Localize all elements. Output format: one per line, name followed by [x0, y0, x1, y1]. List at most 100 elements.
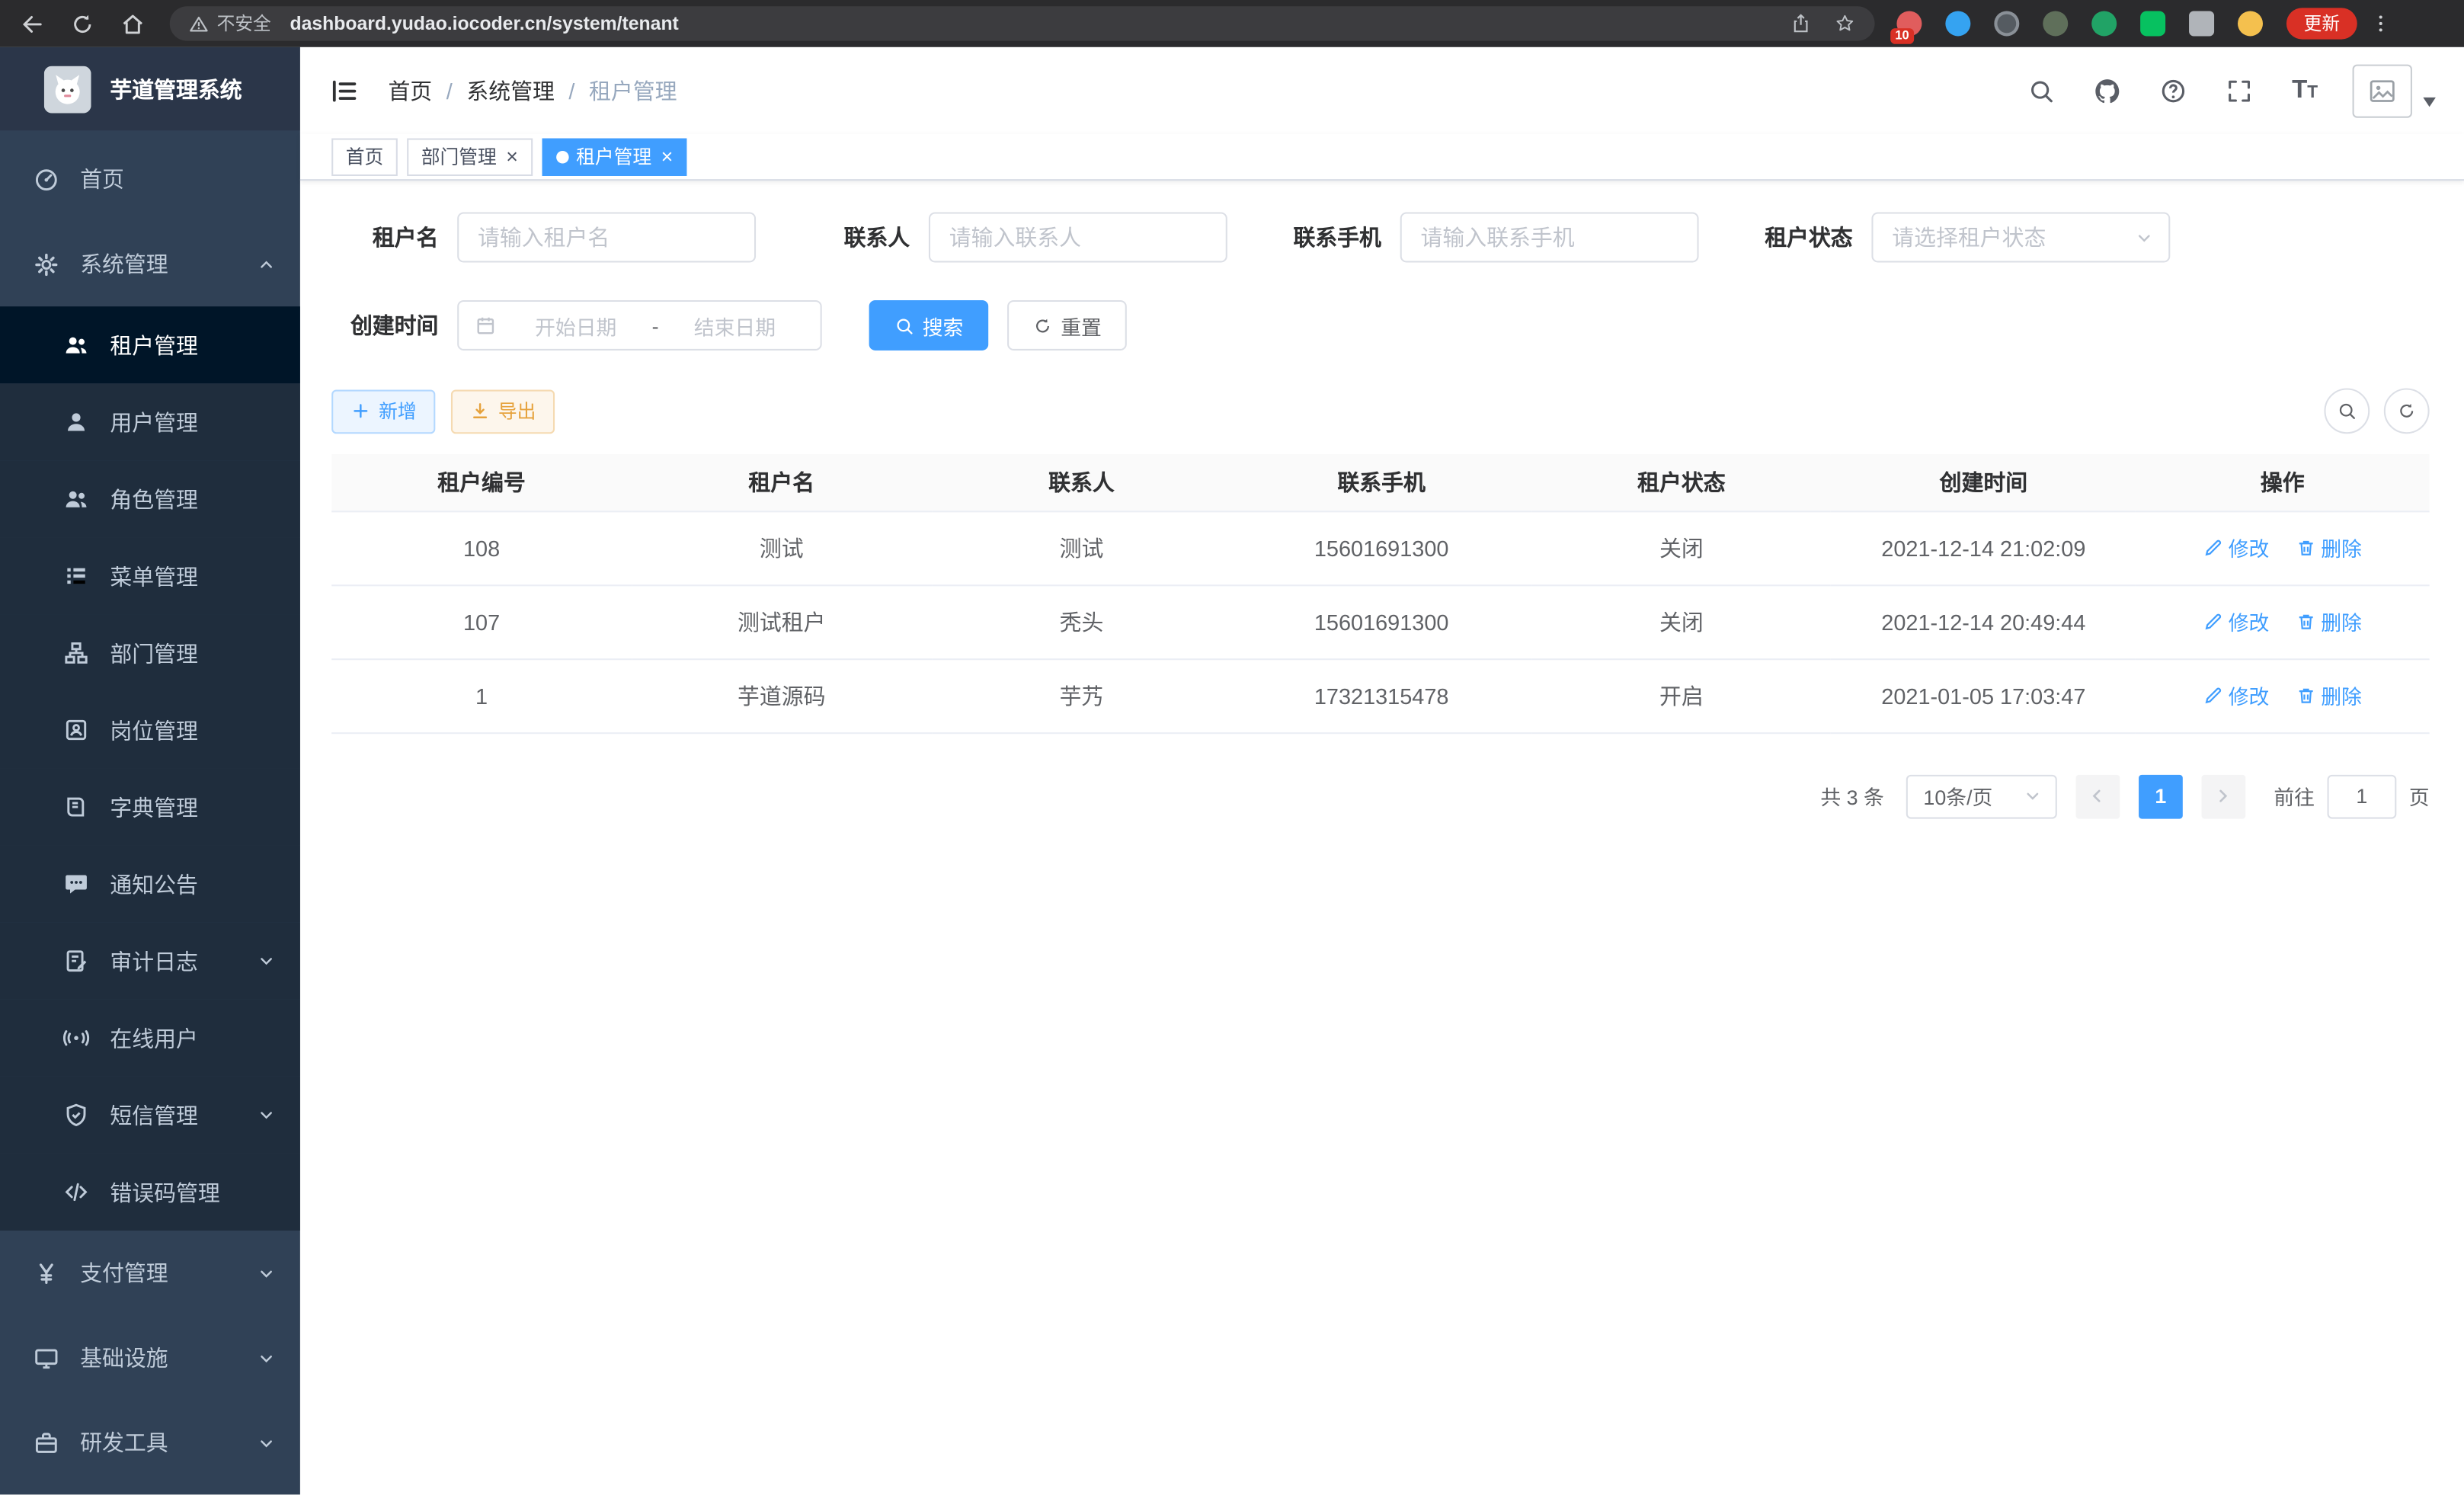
tags-view: 首页 部门管理 × 租户管理 × — [300, 133, 2464, 181]
reset-button-label: 重置 — [1061, 310, 1102, 340]
sidebar-item-payment[interactable]: 支付管理 — [0, 1231, 300, 1315]
breadcrumb-home[interactable]: 首页 — [388, 75, 432, 106]
menu-label: 支付管理 — [80, 1257, 168, 1289]
bookmark-star-icon[interactable] — [1834, 13, 1856, 35]
extensions-puzzle-icon[interactable] — [2189, 11, 2214, 36]
sidebar-logo[interactable]: 芋道管理系统 — [0, 47, 300, 130]
extension-icon-5[interactable] — [2091, 11, 2117, 36]
page-size-select[interactable]: 10条/页 — [1906, 774, 2057, 818]
avatar-caret-down-icon[interactable] — [2423, 97, 2436, 106]
app-shell: 芋道管理系统 首页 系统管理 租户管理 用户管理 — [0, 47, 2464, 1495]
breadcrumb-current: 租户管理 — [589, 75, 677, 106]
cell-tenant-name: 测试 — [632, 511, 932, 584]
extension-icon-6[interactable] — [2140, 11, 2165, 36]
sidebar-item-system[interactable]: 系统管理 — [0, 222, 300, 306]
extension-icon-1[interactable]: 10 — [1896, 11, 1922, 36]
trash-icon — [2296, 685, 2316, 706]
menu-label: 租户管理 — [110, 329, 198, 360]
share-icon[interactable] — [1790, 13, 1812, 35]
header-search-icon[interactable] — [2028, 76, 2056, 104]
goto-page-input[interactable] — [2328, 774, 2397, 818]
mobile-input[interactable] — [1400, 212, 1699, 262]
menu-label: 菜单管理 — [110, 560, 198, 591]
show-search-toggle-button[interactable] — [2324, 388, 2370, 434]
menu-label: 岗位管理 — [110, 714, 198, 745]
chrome-update-button[interactable]: 更新 — [2286, 8, 2357, 39]
address-bar[interactable]: 不安全 dashboard.yudao.iocoder.cn/system/te… — [170, 6, 1875, 40]
logo-avatar — [44, 66, 91, 113]
menu-label: 研发工具 — [80, 1427, 168, 1458]
infra-monitor-icon — [33, 1344, 59, 1371]
delete-link[interactable]: 删除 — [2296, 607, 2362, 636]
sidebar-item-online-user[interactable]: 在线用户 — [0, 1000, 300, 1077]
sidebar-item-user[interactable]: 用户管理 — [0, 383, 300, 460]
notice-bubble-icon — [63, 871, 90, 898]
menu-label: 审计日志 — [110, 946, 198, 977]
browser-menu-kebab-icon[interactable] — [2370, 11, 2392, 36]
tenant-table: 租户编号 租户名 联系人 联系手机 租户状态 创建时间 操作 108 测试 — [331, 454, 2429, 733]
date-range-picker[interactable]: 开始日期 - 结束日期 — [457, 300, 822, 351]
edit-link[interactable]: 修改 — [2203, 607, 2270, 636]
download-icon — [470, 401, 491, 421]
delete-link[interactable]: 删除 — [2296, 533, 2362, 562]
font-size-icon[interactable]: TT — [2292, 78, 2318, 103]
sidebar-item-dept[interactable]: 部门管理 — [0, 614, 300, 691]
extension-icon-4[interactable] — [2043, 11, 2068, 36]
breadcrumb-system[interactable]: 系统管理 — [466, 75, 555, 106]
chevron-right-icon — [2213, 786, 2234, 806]
sidebar-item-notice[interactable]: 通知公告 — [0, 846, 300, 923]
broken-image-icon — [2366, 75, 2398, 106]
extension-icon-2[interactable] — [1945, 11, 1970, 36]
export-button[interactable]: 导出 — [451, 389, 555, 433]
refresh-table-button[interactable] — [2384, 388, 2430, 434]
cell-actions: 修改 删除 — [2136, 658, 2430, 732]
github-icon[interactable] — [2094, 76, 2122, 104]
edit-link[interactable]: 修改 — [2203, 533, 2270, 562]
add-button[interactable]: 新增 — [331, 389, 435, 433]
search-button[interactable]: 搜索 — [869, 300, 989, 351]
prev-page-button[interactable] — [2075, 774, 2120, 818]
fullscreen-icon[interactable] — [2226, 76, 2254, 104]
tab-tenant[interactable]: 租户管理 × — [542, 137, 687, 175]
browser-home-icon[interactable] — [120, 10, 146, 37]
contact-input[interactable] — [929, 212, 1227, 262]
sidebar-collapse-icon[interactable] — [328, 75, 360, 106]
next-page-button[interactable] — [2201, 774, 2245, 818]
profile-avatar-icon[interactable] — [2238, 11, 2263, 36]
browser-reload-icon[interactable] — [69, 10, 96, 37]
tenant-name-input[interactable] — [457, 212, 756, 262]
sidebar-item-error-code[interactable]: 错误码管理 — [0, 1154, 300, 1231]
not-secure-warning-icon — [189, 14, 210, 34]
extension-icon-3[interactable] — [1994, 11, 2019, 36]
tab-dept[interactable]: 部门管理 × — [407, 137, 532, 175]
sidebar-item-post[interactable]: 岗位管理 — [0, 692, 300, 769]
user-avatar[interactable] — [2353, 64, 2412, 117]
sidebar-item-role[interactable]: 角色管理 — [0, 460, 300, 537]
close-icon[interactable]: × — [661, 146, 674, 167]
edit-link[interactable]: 修改 — [2203, 680, 2270, 710]
reset-button[interactable]: 重置 — [1007, 300, 1127, 351]
tenant-name-label: 租户名 — [331, 222, 438, 253]
browser-back-icon[interactable] — [19, 10, 46, 37]
delete-link[interactable]: 删除 — [2296, 680, 2362, 710]
sidebar-item-audit-log[interactable]: 审计日志 — [0, 923, 300, 1000]
page-content: 租户名 联系人 联系手机 租户状态 请选择租户状态 — [300, 181, 2464, 1494]
sidebar-item-sms[interactable]: 短信管理 — [0, 1077, 300, 1154]
cell-contact: 测试 — [932, 511, 1232, 584]
security-label[interactable]: 不安全 — [217, 11, 271, 36]
cell-created-at: 2021-12-14 21:02:09 — [1832, 511, 2136, 584]
sidebar-item-infra[interactable]: 基础设施 — [0, 1315, 300, 1400]
page-number-current[interactable]: 1 — [2139, 774, 2183, 818]
edit-pencil-icon — [2203, 537, 2224, 558]
sidebar-item-home[interactable]: 首页 — [0, 136, 300, 221]
close-icon[interactable]: × — [506, 146, 518, 167]
sidebar-item-dict[interactable]: 字典管理 — [0, 769, 300, 846]
sidebar-item-dev-tools[interactable]: 研发工具 — [0, 1401, 300, 1485]
status-select[interactable]: 请选择租户状态 — [1871, 212, 2170, 262]
help-question-icon[interactable] — [2160, 76, 2188, 104]
sidebar-item-menu[interactable]: 菜单管理 — [0, 537, 300, 614]
url-text[interactable]: dashboard.yudao.iocoder.cn/system/tenant — [290, 13, 679, 35]
search-icon — [2337, 401, 2357, 421]
tab-home[interactable]: 首页 — [331, 137, 398, 175]
sidebar-item-tenant[interactable]: 租户管理 — [0, 306, 300, 383]
